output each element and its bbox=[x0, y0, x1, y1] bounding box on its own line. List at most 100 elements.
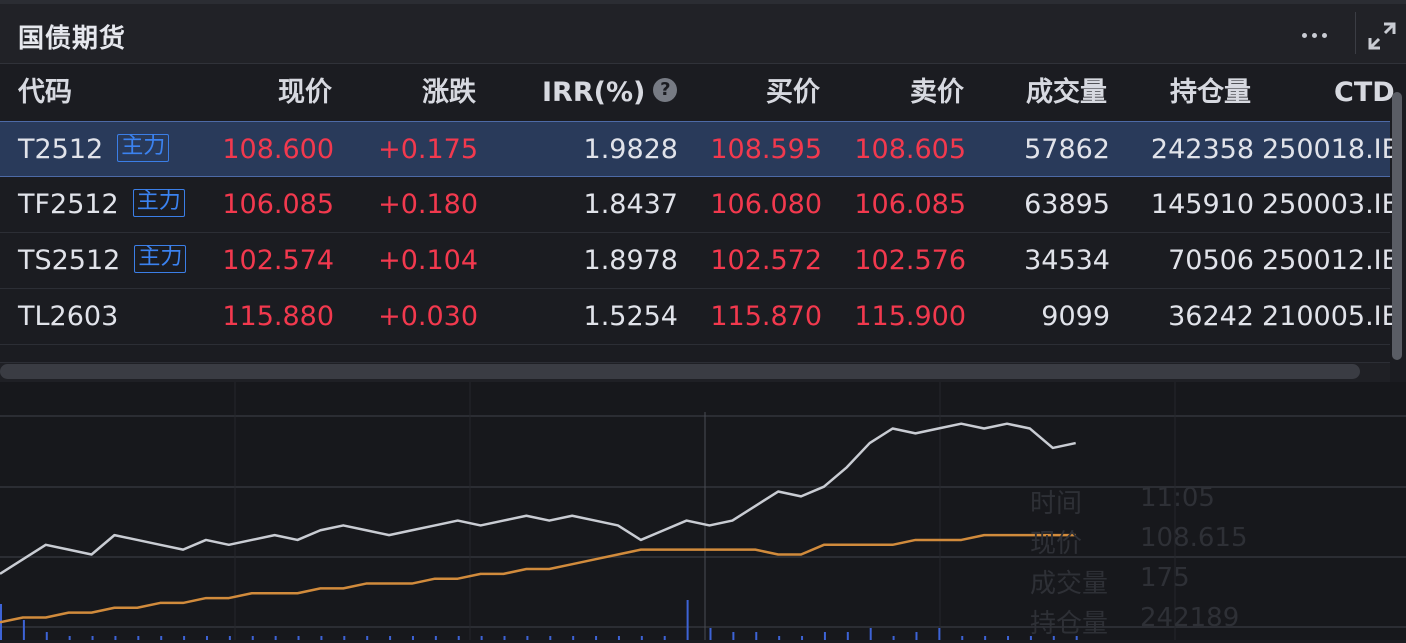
volume-bar bbox=[503, 636, 506, 640]
volume-bar bbox=[778, 636, 781, 640]
tooltip-volume-value: 175 bbox=[1140, 563, 1190, 593]
code-text: TL2603 bbox=[18, 301, 119, 332]
volume-bar bbox=[274, 636, 277, 640]
table-row[interactable]: TF2512 主力 106.085 +0.180 1.8437 106.080 1… bbox=[0, 177, 1400, 233]
row-price: 106.085 bbox=[222, 189, 334, 220]
row-bid: 102.572 bbox=[710, 245, 822, 276]
row-ask: 106.085 bbox=[854, 189, 966, 220]
row-ctd: 250012.IB bbox=[1262, 245, 1401, 276]
more-horizontal-icon bbox=[1301, 32, 1307, 38]
tooltip-volume-label: 成交量 bbox=[1030, 569, 1109, 599]
row-ask: 108.605 bbox=[854, 134, 966, 165]
row-ctd: 210005.IB bbox=[1262, 301, 1401, 332]
volume-bar bbox=[961, 636, 964, 640]
more-options-button[interactable] bbox=[1292, 20, 1336, 50]
expand-button[interactable] bbox=[1364, 18, 1400, 54]
main-contract-badge: 主力 bbox=[132, 188, 185, 217]
volume-bar bbox=[846, 632, 849, 640]
volume-bar bbox=[686, 600, 689, 640]
column-header-open-interest[interactable]: 持仓量 bbox=[1170, 65, 1251, 121]
volume-bar bbox=[457, 636, 460, 640]
volume-bar bbox=[366, 636, 369, 640]
table-header: 代码 现价 涨跌 IRR(%)? 买价 卖价 成交量 持仓量 CTD bbox=[0, 65, 1395, 121]
volume-bar bbox=[915, 632, 918, 640]
volume-bar bbox=[526, 636, 529, 640]
volume-bar bbox=[732, 632, 735, 640]
volume-bar bbox=[755, 632, 758, 640]
row-open-interest: 242358 bbox=[1150, 134, 1254, 165]
code-text: TS2512 bbox=[18, 245, 121, 276]
row-irr: 1.9828 bbox=[583, 134, 678, 165]
row-volume: 9099 bbox=[1041, 301, 1110, 332]
panel-title: 国债期货 bbox=[18, 24, 127, 54]
row-bid: 106.080 bbox=[710, 189, 822, 220]
column-header-change[interactable]: 涨跌 bbox=[422, 65, 476, 121]
volume-bar bbox=[1007, 636, 1010, 640]
volume-bar bbox=[549, 636, 552, 640]
volume-bar bbox=[228, 636, 231, 640]
tooltip-row-price: 现价 108.615 bbox=[1030, 523, 1400, 563]
volume-bar bbox=[595, 636, 598, 640]
volume-bar bbox=[709, 628, 712, 640]
row-irr: 1.5254 bbox=[583, 301, 678, 332]
expand-arrows-icon bbox=[1368, 22, 1396, 50]
table-row[interactable]: TS2512 主力 102.574 +0.104 1.8978 102.572 1… bbox=[0, 233, 1400, 289]
volume-bar bbox=[251, 636, 254, 640]
volume-bar bbox=[572, 636, 575, 640]
row-price: 115.880 bbox=[222, 301, 334, 332]
tooltip-oi-value: 242189 bbox=[1140, 603, 1240, 633]
vertical-scrollbar[interactable] bbox=[1392, 92, 1402, 360]
row-ask: 102.576 bbox=[854, 245, 966, 276]
row-change: +0.030 bbox=[378, 301, 478, 332]
volume-bar bbox=[68, 636, 71, 640]
column-header-ctd[interactable]: CTD bbox=[1334, 65, 1395, 121]
row-volume: 57862 bbox=[1024, 134, 1110, 165]
volume-bar bbox=[45, 632, 48, 640]
column-header-price[interactable]: 现价 bbox=[278, 65, 332, 121]
tooltip-price-value: 108.615 bbox=[1140, 523, 1248, 553]
volume-bar bbox=[640, 636, 643, 640]
volume-bar bbox=[938, 628, 941, 640]
row-change: +0.180 bbox=[378, 189, 478, 220]
volume-bar bbox=[91, 636, 94, 640]
row-code: TF2512 主力 bbox=[18, 177, 185, 233]
table-row[interactable]: TL2603 115.880 +0.030 1.5254 115.870 115… bbox=[0, 289, 1400, 345]
column-header-code[interactable]: 代码 bbox=[18, 65, 72, 121]
row-open-interest: 70506 bbox=[1168, 245, 1254, 276]
tooltip-row-oi: 持仓量 242189 bbox=[1030, 603, 1400, 643]
row-bid: 108.595 bbox=[710, 134, 822, 165]
row-price: 102.574 bbox=[222, 245, 334, 276]
row-code: T2512 主力 bbox=[18, 122, 170, 178]
horizontal-scrollbar-thumb[interactable] bbox=[0, 364, 1360, 379]
row-volume: 63895 bbox=[1024, 189, 1110, 220]
row-open-interest: 145910 bbox=[1150, 189, 1254, 220]
tooltip-price-label: 现价 bbox=[1030, 529, 1083, 559]
help-circle-icon[interactable]: ? bbox=[653, 77, 678, 102]
code-text: T2512 bbox=[18, 134, 104, 165]
average-price-line bbox=[0, 533, 1076, 624]
column-header-bid[interactable]: 买价 bbox=[766, 65, 820, 121]
volume-bar bbox=[801, 636, 804, 640]
row-change: +0.175 bbox=[378, 134, 478, 165]
volume-bar bbox=[183, 636, 186, 640]
more-dot bbox=[1321, 32, 1327, 38]
table-row[interactable]: T2512 主力 108.600 +0.175 1.9828 108.595 10… bbox=[0, 121, 1400, 178]
column-header-ask[interactable]: 卖价 bbox=[910, 65, 964, 121]
column-header-irr[interactable]: IRR(%)? bbox=[542, 65, 678, 121]
volume-bar bbox=[114, 636, 117, 640]
column-header-volume[interactable]: 成交量 bbox=[1026, 65, 1107, 121]
header-divider bbox=[1355, 12, 1356, 54]
volume-bar bbox=[137, 636, 140, 640]
row-ask: 115.900 bbox=[854, 301, 966, 332]
price-line bbox=[0, 422, 1076, 575]
tooltip-time-value: 11:05 bbox=[1140, 483, 1215, 513]
tooltip-row-time: 时间 11:05 bbox=[1030, 483, 1400, 523]
row-change: +0.104 bbox=[378, 245, 478, 276]
volume-bar bbox=[892, 636, 895, 640]
volume-bar bbox=[617, 636, 620, 640]
panel-header: 国债期货 bbox=[0, 0, 1406, 64]
main-contract-badge: 主力 bbox=[134, 244, 187, 273]
row-ctd: 250018.IB bbox=[1262, 134, 1401, 165]
volume-bar bbox=[869, 628, 872, 640]
main-contract-badge: 主力 bbox=[117, 133, 170, 162]
